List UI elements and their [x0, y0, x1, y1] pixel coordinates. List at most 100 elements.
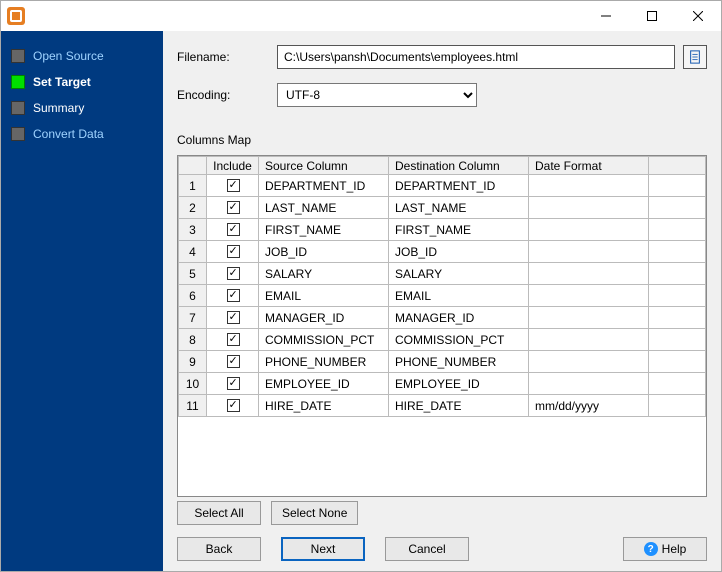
cell-include — [207, 175, 259, 197]
table-row[interactable]: 9PHONE_NUMBERPHONE_NUMBER — [179, 351, 706, 373]
main-panel: Filename: Encoding: UTF-8 Columns Map — [163, 31, 721, 571]
cell-destination-column[interactable]: JOB_ID — [389, 241, 529, 263]
sidebar-item-convert-data[interactable]: Convert Data — [1, 121, 163, 147]
cell-source-column[interactable]: COMMISSION_PCT — [259, 329, 389, 351]
filename-input[interactable] — [277, 45, 675, 69]
table-row[interactable]: 6EMAILEMAIL — [179, 285, 706, 307]
cell-source-column[interactable]: SALARY — [259, 263, 389, 285]
cell-date-format[interactable] — [529, 351, 649, 373]
step-box-icon — [11, 75, 25, 89]
cell-source-column[interactable]: FIRST_NAME — [259, 219, 389, 241]
include-checkbox[interactable] — [227, 179, 240, 192]
back-button[interactable]: Back — [177, 537, 261, 561]
table-row[interactable]: 2 LAST_NAMELAST_NAME — [179, 197, 706, 219]
cell-include — [207, 263, 259, 285]
include-checkbox[interactable] — [227, 267, 240, 280]
cell-source-column[interactable]: MANAGER_ID — [259, 307, 389, 329]
step-box-icon — [11, 127, 25, 141]
minimize-button[interactable] — [583, 1, 629, 31]
cell-date-format[interactable] — [529, 329, 649, 351]
cell-source-column[interactable]: EMPLOYEE_ID — [259, 373, 389, 395]
cell-date-format[interactable] — [529, 175, 649, 197]
include-checkbox[interactable] — [227, 245, 240, 258]
cell-destination-column[interactable]: MANAGER_ID — [389, 307, 529, 329]
cell-date-format[interactable] — [529, 373, 649, 395]
cell-destination-column[interactable]: LAST_NAME — [389, 197, 529, 219]
cell-date-format[interactable] — [529, 219, 649, 241]
maximize-button[interactable] — [629, 1, 675, 31]
col-header-rownum[interactable] — [179, 157, 207, 175]
table-row[interactable]: 11HIRE_DATEHIRE_DATEmm/dd/yyyy — [179, 395, 706, 417]
table-row[interactable]: 10EMPLOYEE_IDEMPLOYEE_ID — [179, 373, 706, 395]
cell-destination-column[interactable]: SALARY — [389, 263, 529, 285]
cell-source-column[interactable]: HIRE_DATE — [259, 395, 389, 417]
table-row[interactable]: 4JOB_IDJOB_ID — [179, 241, 706, 263]
cell-source-column[interactable]: EMAIL — [259, 285, 389, 307]
col-header-dest[interactable]: Destination Column — [389, 157, 529, 175]
next-button[interactable]: Next — [281, 537, 365, 561]
cell-destination-column[interactable]: FIRST_NAME — [389, 219, 529, 241]
step-box-icon — [11, 49, 25, 63]
cell-date-format[interactable] — [529, 263, 649, 285]
cell-date-format[interactable]: mm/dd/yyyy — [529, 395, 649, 417]
cell-source-column[interactable]: LAST_NAME — [259, 197, 389, 219]
cell-extra — [649, 395, 706, 417]
row-number: 5 — [179, 263, 207, 285]
include-checkbox[interactable] — [227, 333, 240, 346]
window-controls — [583, 1, 721, 31]
col-header-include[interactable]: Include — [207, 157, 259, 175]
encoding-select[interactable]: UTF-8 — [277, 83, 477, 107]
include-checkbox[interactable] — [227, 377, 240, 390]
table-row[interactable]: 3FIRST_NAMEFIRST_NAME — [179, 219, 706, 241]
app-icon — [7, 7, 25, 25]
sidebar-item-summary[interactable]: Summary — [1, 95, 163, 121]
cell-destination-column[interactable]: COMMISSION_PCT — [389, 329, 529, 351]
cell-destination-column[interactable]: PHONE_NUMBER — [389, 351, 529, 373]
close-button[interactable] — [675, 1, 721, 31]
maximize-icon — [647, 11, 657, 21]
cell-date-format[interactable] — [529, 307, 649, 329]
cell-date-format[interactable] — [529, 285, 649, 307]
columns-map-grid[interactable]: Include Source Column Destination Column… — [177, 155, 707, 497]
select-none-button[interactable]: Select None — [271, 501, 358, 525]
browse-button[interactable] — [683, 45, 707, 69]
cell-extra — [649, 307, 706, 329]
cell-source-column[interactable]: PHONE_NUMBER — [259, 351, 389, 373]
cell-extra — [649, 241, 706, 263]
include-checkbox[interactable] — [227, 399, 240, 412]
table-row[interactable]: 8COMMISSION_PCTCOMMISSION_PCT — [179, 329, 706, 351]
cell-date-format[interactable] — [529, 197, 649, 219]
close-icon — [693, 11, 703, 21]
app-window: Open Source Set TargetSummaryConvert Data… — [0, 0, 722, 572]
sidebar-item-open-source[interactable]: Open Source — [1, 43, 163, 69]
cell-destination-column[interactable]: DEPARTMENT_ID — [389, 175, 529, 197]
select-all-button[interactable]: Select All — [177, 501, 261, 525]
cell-source-column[interactable]: JOB_ID — [259, 241, 389, 263]
help-button[interactable]: ? Help — [623, 537, 707, 561]
include-checkbox[interactable] — [227, 311, 240, 324]
col-header-source[interactable]: Source Column — [259, 157, 389, 175]
row-number: 2 — [179, 197, 207, 219]
cell-destination-column[interactable]: EMPLOYEE_ID — [389, 373, 529, 395]
include-checkbox[interactable] — [227, 223, 240, 236]
cell-destination-column[interactable]: HIRE_DATE — [389, 395, 529, 417]
cell-extra — [649, 219, 706, 241]
cancel-button[interactable]: Cancel — [385, 537, 469, 561]
include-checkbox[interactable] — [227, 289, 240, 302]
sidebar: Open Source Set TargetSummaryConvert Data — [1, 31, 163, 571]
cell-source-column[interactable]: DEPARTMENT_ID — [259, 175, 389, 197]
table-row[interactable]: 7MANAGER_IDMANAGER_ID — [179, 307, 706, 329]
include-checkbox[interactable] — [227, 355, 240, 368]
col-header-date-format[interactable]: Date Format — [529, 157, 649, 175]
cell-date-format[interactable] — [529, 241, 649, 263]
table-row[interactable]: 1DEPARTMENT_IDDEPARTMENT_ID — [179, 175, 706, 197]
cell-extra — [649, 197, 706, 219]
sidebar-item-set-target[interactable]: Set Target — [1, 69, 163, 95]
cell-destination-column[interactable]: EMAIL — [389, 285, 529, 307]
document-icon — [688, 50, 702, 64]
cell-extra — [649, 373, 706, 395]
row-number: 11 — [179, 395, 207, 417]
sidebar-item-label: Open Source — [33, 49, 104, 63]
table-row[interactable]: 5 SALARYSALARY — [179, 263, 706, 285]
include-checkbox[interactable] — [227, 201, 240, 214]
